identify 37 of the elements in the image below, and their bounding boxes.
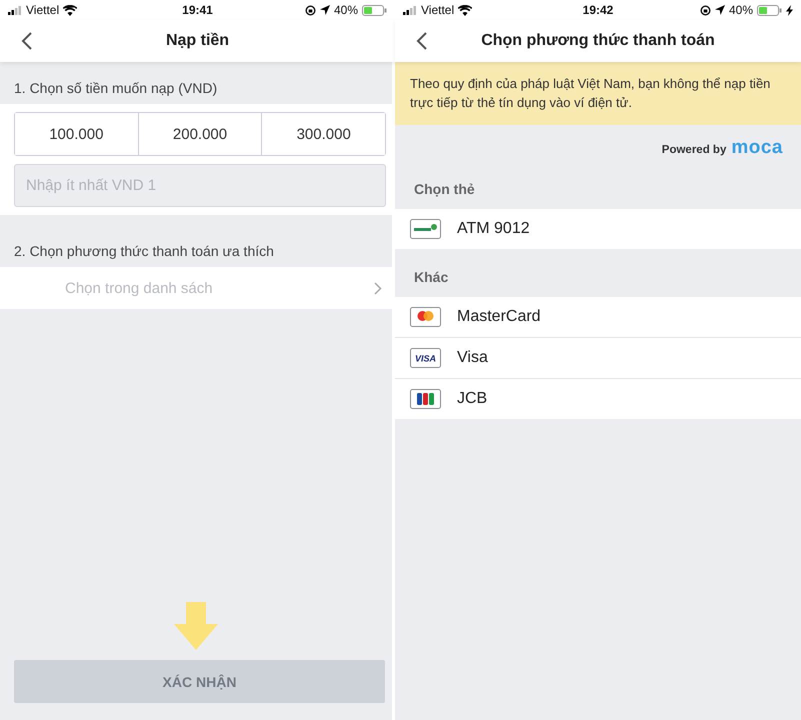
jcb-logo-icon: [410, 389, 441, 409]
carrier-name: Viettel: [421, 3, 454, 17]
rotation-lock-icon: [304, 4, 316, 16]
screen-title: Chọn phương thức thanh toán: [481, 32, 715, 50]
chevron-icon: [374, 282, 382, 294]
notice-banner: Theo quy định của pháp luật Việt Nam, bạn không thể nạp tiền trực tiếp từ thẻ tín dụng vào ví điện tử.: [395, 62, 801, 125]
signal-icon: [403, 6, 417, 14]
location-arrow-icon: [714, 5, 725, 15]
group-title: Chọn thẻ: [413, 180, 476, 199]
powered-by-label: Powered by: [662, 144, 726, 156]
carrier-name: Viettel: [26, 3, 60, 17]
clock-time: 19:41: [182, 3, 213, 17]
payment-method-item[interactable]: MasterCard: [395, 297, 801, 337]
signal-icon: [8, 6, 22, 14]
payment-method-item[interactable]: VISA Visa: [395, 337, 801, 378]
amount-field[interactable]: Nhập ít nhất VND 1: [14, 164, 386, 207]
clock-time: 19:42: [582, 3, 614, 17]
section-label: 1. Chọn số tiền muốn nạp (VND): [13, 79, 218, 98]
battery-icon: [362, 4, 388, 16]
amount-option[interactable]: 300.000: [261, 113, 386, 155]
battery-percent: 40%: [728, 3, 754, 17]
group-title: Khác: [413, 268, 450, 287]
screen-title: Nạp tiền: [166, 32, 230, 50]
rotation-lock-icon: [700, 4, 711, 16]
location-arrow-icon: [320, 5, 330, 15]
brand-name: moca: [731, 137, 783, 159]
visa-logo-icon: VISA: [410, 348, 441, 368]
battery-percent: 40%: [334, 3, 358, 17]
battery-icon: [757, 4, 782, 16]
payment-method-item[interactable]: JCB: [395, 378, 801, 419]
wifi-icon: [63, 4, 78, 16]
payment-method-item[interactable]: ATM 9012: [395, 209, 801, 249]
wifi-icon: [458, 4, 472, 16]
bank-card-icon: [410, 219, 441, 239]
arrow-down-icon: [172, 602, 220, 650]
mastercard-logo-icon: [410, 307, 441, 327]
section-label: 2. Chọn phương thức thanh toán ưa thích: [13, 242, 275, 261]
